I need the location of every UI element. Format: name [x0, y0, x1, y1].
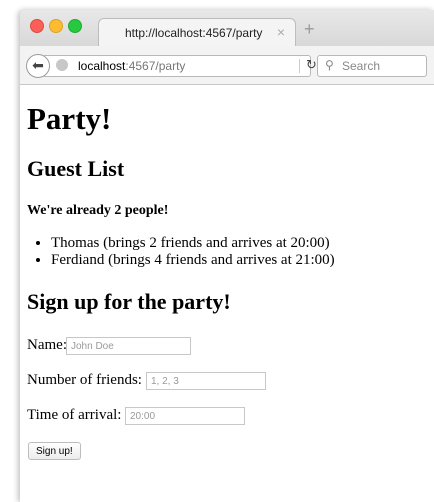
title-bar: http://localhost:4567/party × + [20, 10, 434, 47]
new-tab-button[interactable]: + [304, 19, 315, 40]
browser-window: http://localhost:4567/party × + localhos… [20, 10, 434, 502]
arrival-input[interactable] [125, 407, 245, 425]
reload-icon[interactable]: ↻ [306, 58, 317, 73]
address-bar[interactable]: localhost:4567/party ↻ [44, 55, 317, 77]
signup-heading: Sign up for the party! [27, 289, 231, 314]
guest-count-text: We're already 2 people! [27, 203, 169, 218]
back-arrow-icon[interactable]: ⬅ [26, 54, 50, 78]
arrival-label: Time of arrival: [27, 407, 122, 423]
navigation-bar: localhost:4567/party ↻ ⬅ ⚲ Search [20, 46, 434, 85]
url-host: localhost [78, 59, 126, 73]
name-label: Name: [27, 337, 67, 353]
guest-item: Thomas (brings 2 friends and arrives at … [51, 235, 335, 252]
address-divider [299, 59, 300, 73]
sign-up-button[interactable]: Sign up! [28, 442, 81, 460]
tab-title: http://localhost:4567/party [125, 26, 263, 40]
address-url: localhost:4567/party [78, 59, 185, 73]
friends-label: Number of friends: [27, 372, 142, 388]
minimize-window-button[interactable] [49, 19, 63, 33]
guest-list-heading: Guest List [27, 156, 125, 181]
friends-input[interactable] [146, 372, 266, 390]
zoom-window-button[interactable] [68, 19, 82, 33]
guest-list: Thomas (brings 2 friends and arrives at … [28, 235, 335, 269]
name-input[interactable] [66, 337, 191, 355]
guest-item: Ferdiand (brings 4 friends and arrives a… [51, 252, 335, 269]
search-icon: ⚲ [325, 58, 334, 72]
page-content: Party! Guest List We're already 2 people… [20, 85, 434, 502]
search-placeholder: Search [342, 59, 381, 73]
url-path: :4567/party [125, 59, 186, 73]
close-window-button[interactable] [30, 19, 44, 33]
page-title: Party! [27, 101, 112, 136]
globe-icon [56, 59, 68, 71]
tab-close-icon[interactable]: × [277, 24, 285, 40]
browser-tab[interactable]: http://localhost:4567/party × [98, 18, 296, 47]
search-field[interactable]: ⚲ Search [317, 55, 427, 77]
